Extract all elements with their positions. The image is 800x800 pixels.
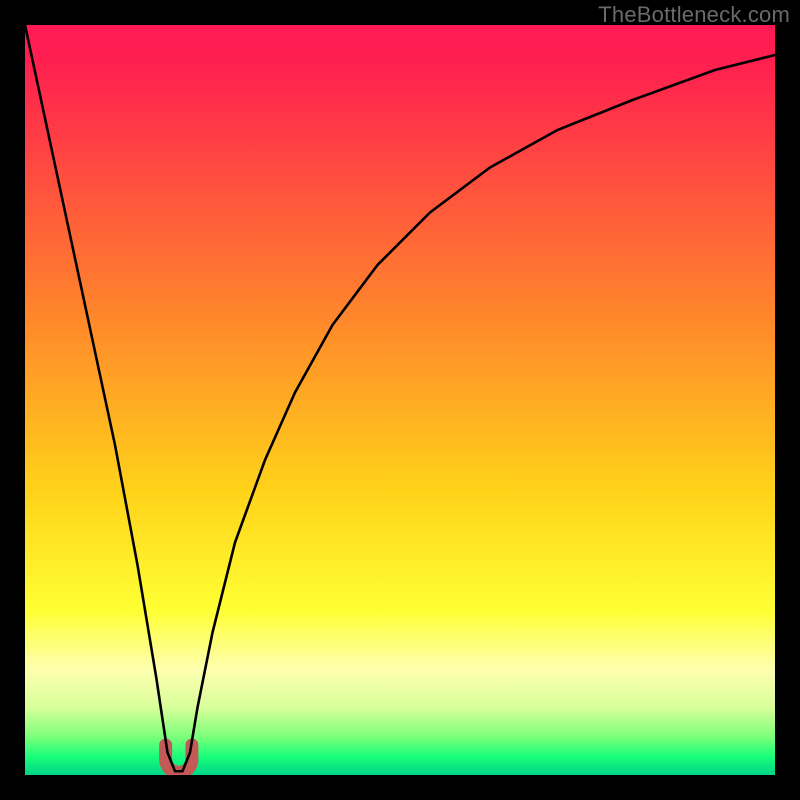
bottleneck-chart	[25, 25, 775, 775]
plot-background	[25, 25, 775, 775]
chart-frame: TheBottleneck.com	[0, 0, 800, 800]
watermark-label: TheBottleneck.com	[598, 2, 790, 28]
